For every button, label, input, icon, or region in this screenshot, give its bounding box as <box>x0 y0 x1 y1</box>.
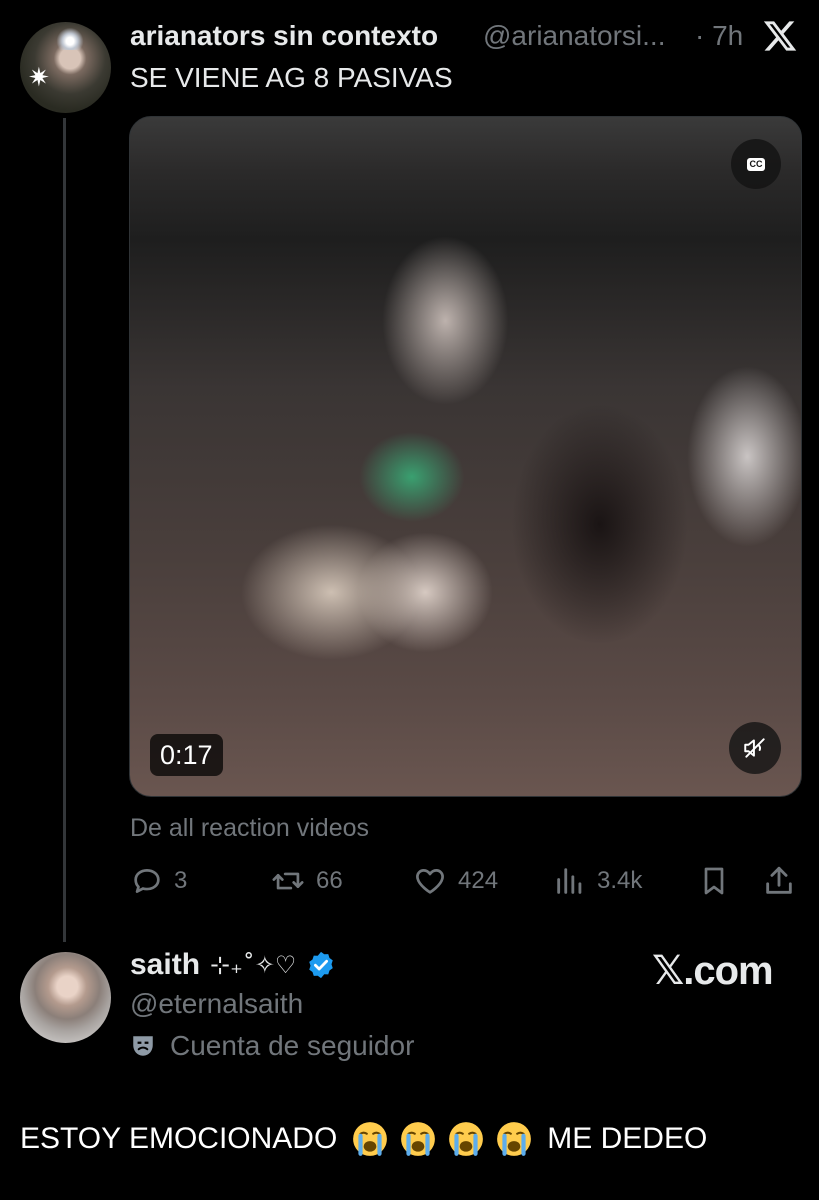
like-count: 424 <box>458 867 499 894</box>
crown-decoration <box>56 28 84 50</box>
bookmark-icon <box>704 867 724 895</box>
captions-button[interactable]: CC <box>731 139 781 189</box>
video-source[interactable]: De all reaction videos <box>130 814 369 843</box>
reply-count: 3 <box>174 867 188 894</box>
emoji-row <box>351 1120 543 1158</box>
loudly-crying-face-icon <box>449 1122 484 1156</box>
author-name[interactable]: arianators sin contexto <box>130 20 438 52</box>
heart-icon <box>416 869 444 894</box>
share-icon <box>766 866 792 894</box>
tweet-text: SE VIENE AG 8 PASIVAS <box>130 62 453 93</box>
quote-author-avatar[interactable] <box>20 952 111 1043</box>
caption-text-start: ESTOY EMOCIONADO <box>20 1122 338 1155</box>
tweet-time[interactable]: · 7h <box>695 20 743 52</box>
follower-account-text: Cuenta de seguidor <box>170 1030 415 1061</box>
quote-author-name: saith <box>130 948 201 981</box>
author-handle[interactable]: @arianatorsi... <box>483 20 666 52</box>
caption-text-end: ME DEDEO <box>547 1122 708 1155</box>
video-duration: 0:17 <box>150 734 223 776</box>
loudly-crying-face-icon <box>497 1122 532 1156</box>
quote-author-handle[interactable]: @eternalsaith <box>130 988 303 1020</box>
like-button[interactable]: 424 <box>412 864 498 898</box>
video-player[interactable]: CC 0:17 <box>129 116 802 797</box>
follower-account-label: Cuenta de seguidor <box>130 1030 414 1062</box>
verified-badge-icon <box>309 951 334 979</box>
views-button[interactable]: 3.4k <box>553 864 642 898</box>
mute-button[interactable] <box>729 722 781 774</box>
repost-count: 66 <box>316 867 343 894</box>
quote-author-name-row[interactable]: saith ⊹₊˚✧♡ <box>130 948 336 982</box>
name-decoration: ⊹₊˚✧♡ <box>210 951 297 979</box>
x-logo-icon[interactable] <box>762 18 798 54</box>
views-icon <box>557 868 582 894</box>
sparkle-decoration: ✷ <box>28 62 50 92</box>
bookmark-button[interactable] <box>698 864 730 898</box>
thread-line <box>63 118 66 942</box>
caption: ESTOY EMOCIONADO ME DEDEO <box>20 1120 707 1158</box>
loudly-crying-face-icon <box>353 1122 388 1156</box>
loudly-crying-face-icon <box>401 1122 436 1156</box>
repost-button[interactable]: 66 <box>270 864 343 898</box>
share-button[interactable] <box>762 864 796 898</box>
captions-icon: CC <box>747 157 765 171</box>
repost-icon <box>272 872 304 890</box>
theater-mask-icon <box>133 1036 153 1056</box>
author-avatar[interactable]: ✷ <box>20 22 111 113</box>
views-count: 3.4k <box>597 867 643 894</box>
x-com-watermark: 𝕏.com <box>652 949 774 993</box>
reply-button[interactable]: 3 <box>130 864 187 898</box>
muted-speaker-icon <box>744 738 765 758</box>
reply-icon <box>134 869 160 893</box>
